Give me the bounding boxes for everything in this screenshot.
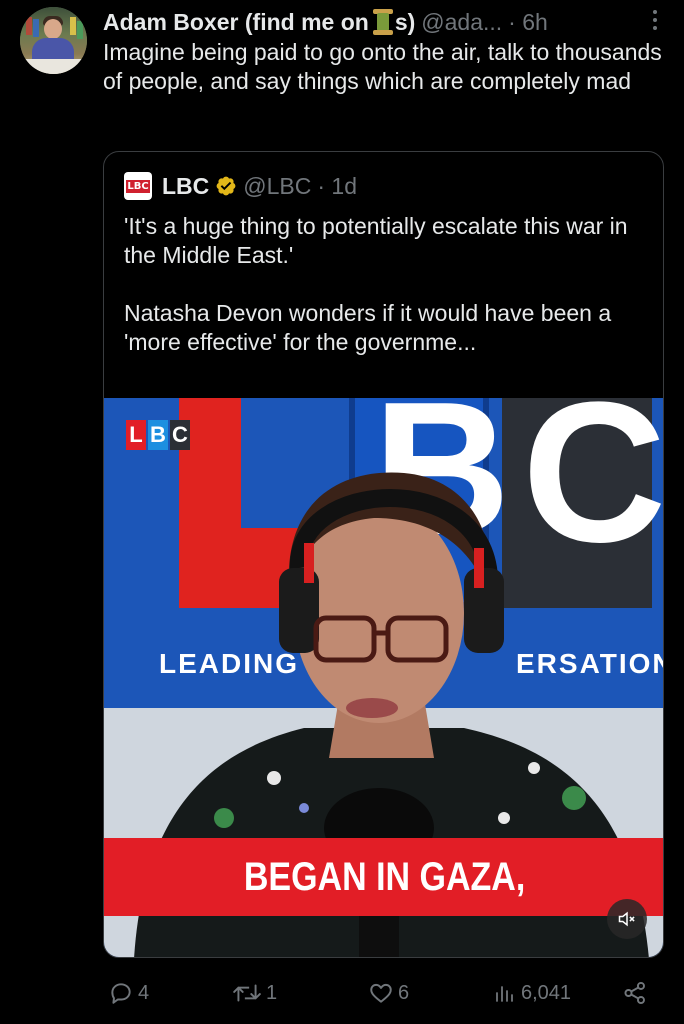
lbc-avatar[interactable]: LBC: [124, 172, 152, 200]
reply-count: 4: [138, 981, 150, 1004]
mute-icon[interactable]: [607, 899, 647, 939]
more-options-icon[interactable]: [652, 10, 658, 30]
author-avatar[interactable]: [20, 7, 87, 74]
video-player[interactable]: B C L LEADING B ERSATION L B C: [104, 398, 663, 957]
tweet-header: Adam Boxer (find me on s) @ada... · 6h: [103, 7, 669, 37]
reply-icon: [111, 983, 131, 1004]
repost-icon: [233, 984, 261, 1002]
share-icon: [624, 981, 645, 1005]
quoted-paragraph-1: 'It's a huge thing to potentially escala…: [124, 213, 628, 268]
views-chart-icon: [496, 986, 513, 1002]
views-count: 6,041: [521, 981, 572, 1004]
tweet-text: Imagine being paid to go onto the air, t…: [103, 39, 662, 94]
video-caption: BEGAN IN GAZA,: [104, 838, 663, 916]
quoted-paragraph-2: Natasha Devon wonders if it would have b…: [124, 300, 612, 355]
author-name-suffix[interactable]: s): [395, 9, 415, 36]
views-button[interactable]: 6,041: [493, 975, 571, 1011]
quoted-author-handle[interactable]: @LBC: [243, 173, 311, 200]
reply-button[interactable]: 4: [108, 975, 149, 1011]
author-name[interactable]: Adam Boxer (find me on: [103, 9, 369, 36]
repost-button[interactable]: 1: [232, 975, 277, 1011]
quoted-text: 'It's a huge thing to potentially escala…: [124, 212, 649, 357]
thread-reel-icon: [372, 9, 393, 35]
verified-badge-icon: [216, 176, 236, 196]
lbc-avatar-logo: LBC: [126, 179, 150, 193]
quoted-author-name[interactable]: LBC: [162, 173, 209, 200]
author-handle[interactable]: @ada...: [421, 9, 502, 36]
quoted-time[interactable]: · 1d: [317, 173, 357, 200]
tweet-time[interactable]: · 6h: [508, 9, 548, 36]
share-button[interactable]: [622, 975, 652, 1011]
quoted-tweet[interactable]: LBC LBC @LBC · 1d 'It's a huge thing to …: [103, 151, 664, 958]
like-button[interactable]: 6: [368, 975, 409, 1011]
repost-count: 1: [266, 981, 278, 1004]
like-count: 6: [398, 981, 410, 1004]
heart-icon: [370, 983, 392, 1003]
quoted-header: LBC LBC @LBC · 1d: [124, 170, 357, 202]
action-bar: 4 1 6 6,041: [0, 975, 684, 1015]
